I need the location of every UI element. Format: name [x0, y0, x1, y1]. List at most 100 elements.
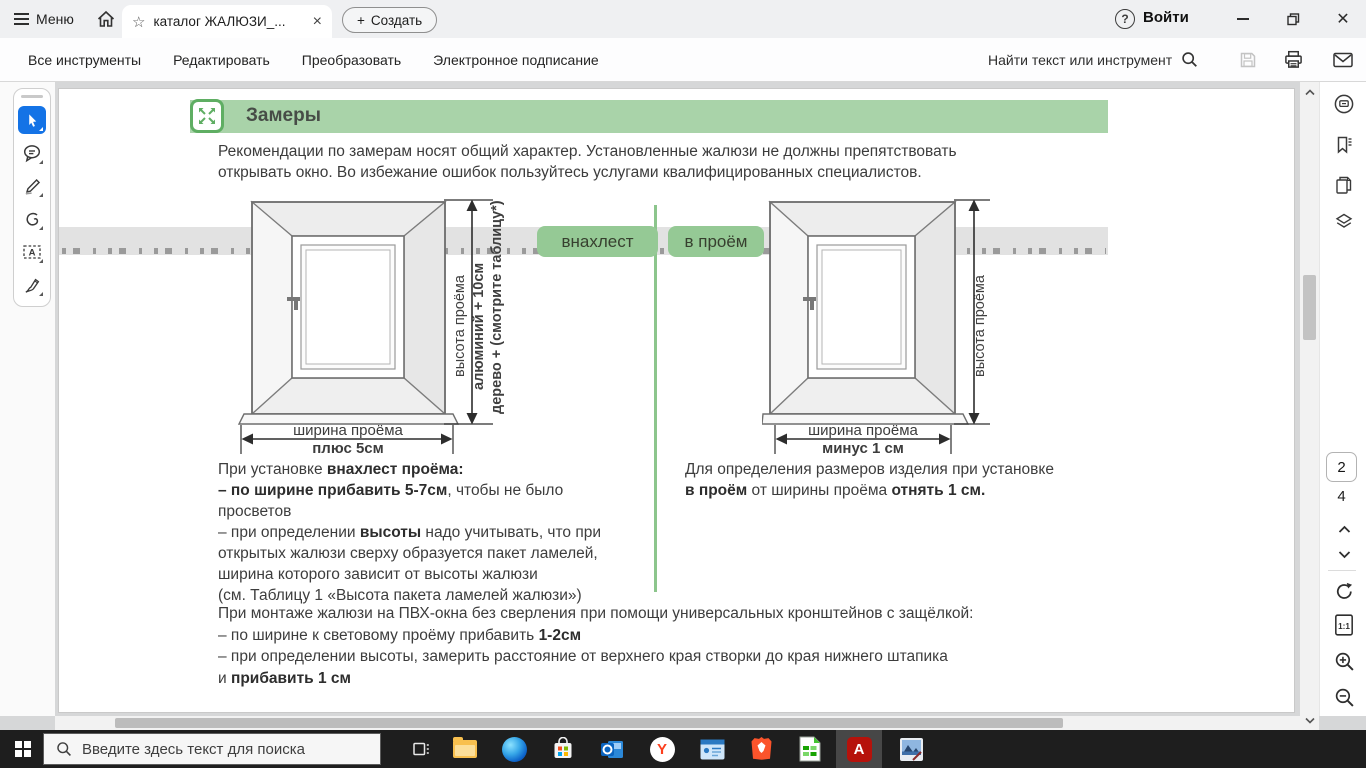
actual-size-button[interactable]: 1:1 [1333, 614, 1355, 636]
comments-icon [1333, 93, 1355, 115]
taskbar-store[interactable] [541, 730, 585, 768]
restore-icon [1287, 13, 1300, 26]
text-box-icon: A [22, 242, 42, 262]
zoom-out-button[interactable] [1333, 686, 1355, 708]
login-button[interactable]: Войти [1143, 9, 1189, 26]
help-icon: ? [1121, 12, 1128, 26]
search-icon [1181, 51, 1198, 68]
draw-tool-button[interactable] [18, 205, 46, 233]
taskbar-photo-editor[interactable] [889, 730, 933, 768]
taskbar-edge[interactable] [492, 730, 536, 768]
vertical-scroll-thumb[interactable] [1303, 275, 1316, 340]
section-title: Замеры [246, 105, 321, 127]
vertical-scrollbar[interactable] [1300, 82, 1319, 730]
next-page-button[interactable] [1333, 543, 1355, 565]
text: – по ширине к световому проёму прибавить [218, 627, 539, 644]
create-label: Создать [371, 13, 422, 28]
app-titlebar: Меню ☆ каталог ЖАЛЮЗИ_... × + Создать ? … [0, 0, 1366, 38]
measure-icon [190, 99, 224, 133]
badge-overlap: внахлест [537, 226, 658, 257]
home-button[interactable] [96, 9, 116, 34]
cursor-icon [25, 113, 40, 128]
horizontal-scroll-thumb[interactable] [115, 718, 1063, 728]
task-view-button[interactable] [402, 730, 440, 768]
maximize-button[interactable] [1272, 0, 1314, 38]
help-button[interactable]: ? [1115, 9, 1135, 29]
toolbar-convert[interactable]: Преобразовать [302, 52, 401, 68]
print-button[interactable] [1278, 38, 1308, 81]
taskbar-yandex-browser[interactable]: Y [640, 730, 684, 768]
toolbar-edit[interactable]: Редактировать [173, 52, 270, 68]
taskbar-search[interactable] [43, 733, 381, 765]
text: – при определении высоты, замерить расст… [218, 648, 948, 665]
bottom-paragraph: При монтаже жалюзи на ПВХ-окна без сверл… [218, 603, 1148, 689]
taskbar-libreoffice-calc[interactable] [788, 730, 832, 768]
svg-text:1:1: 1:1 [1338, 622, 1350, 631]
rotate-icon [1334, 581, 1355, 602]
taskbar-search-input[interactable] [82, 741, 352, 758]
taskbar-brave[interactable] [739, 730, 783, 768]
tab-close-icon[interactable]: × [313, 13, 322, 31]
save-button[interactable] [1233, 38, 1263, 81]
layers-icon [1334, 212, 1354, 232]
select-tool-button[interactable] [18, 106, 46, 134]
taskbar-acrobat-active[interactable]: A [836, 730, 882, 768]
text: 1-2см [539, 627, 582, 644]
inset-paragraph: Для определения размеров изделия при уст… [685, 459, 1125, 501]
zoom-out-icon [1334, 687, 1355, 708]
save-icon [1239, 51, 1257, 69]
page-thumbnails-button[interactable] [1333, 174, 1355, 196]
minimize-button[interactable] [1222, 0, 1264, 38]
star-icon[interactable]: ☆ [132, 13, 145, 31]
svg-text:A: A [29, 248, 36, 259]
find-tool-search[interactable]: Найти текст или инструмент [988, 38, 1198, 81]
text: в проём [685, 482, 747, 499]
layers-panel-button[interactable] [1333, 211, 1355, 233]
badge-inset: в проём [668, 226, 764, 257]
total-pages-label: 4 [1326, 488, 1357, 505]
text: ширина которого зависит от высоты жалюзи [218, 566, 538, 583]
toolbar-all-tools[interactable]: Все инструменты [28, 52, 141, 68]
text: При монтаже жалюзи на ПВХ-окна без сверл… [218, 605, 974, 622]
rotate-page-button[interactable] [1333, 580, 1355, 602]
panel-divider [1328, 570, 1356, 571]
add-text-tool-button[interactable]: A [18, 238, 46, 266]
start-button[interactable] [0, 730, 46, 768]
photo-editor-icon [899, 737, 924, 762]
fill-sign-tool-button[interactable] [18, 271, 46, 299]
intro-line-1: Рекомендации по замерам носят общий хара… [218, 143, 957, 161]
toolbar-esign[interactable]: Электронное подписание [433, 52, 599, 68]
scroll-down-icon[interactable] [1300, 712, 1319, 728]
text: надо учитывать, что при [421, 524, 601, 541]
zoom-in-button[interactable] [1333, 650, 1355, 672]
comment-tool-button[interactable] [18, 139, 46, 167]
taskbar-outlook[interactable] [590, 730, 634, 768]
current-page-input[interactable]: 2 [1326, 452, 1357, 482]
text: просветов [218, 503, 291, 520]
minimize-icon [1237, 18, 1249, 20]
search-icon [56, 741, 72, 757]
window-diagram-overlap [230, 196, 520, 462]
text: внахлест проёма: [327, 461, 464, 478]
email-button[interactable] [1328, 38, 1358, 81]
text: и [218, 670, 231, 687]
taskbar-contacts-app[interactable] [690, 730, 734, 768]
comments-panel-button[interactable] [1333, 93, 1355, 115]
toolbar: Все инструменты Редактировать Преобразов… [0, 38, 1366, 82]
text: высоты [360, 524, 421, 541]
previous-page-button[interactable] [1333, 518, 1355, 540]
menu-button[interactable]: Меню [10, 7, 78, 31]
scroll-up-icon[interactable] [1300, 84, 1319, 100]
text: , чтобы не было [447, 482, 563, 499]
close-button[interactable]: ✕ [1322, 0, 1364, 38]
hamburger-icon [14, 13, 29, 25]
close-icon: ✕ [1336, 9, 1349, 29]
create-button[interactable]: + Создать [342, 7, 437, 33]
palette-drag-handle[interactable] [21, 95, 43, 98]
document-tab[interactable]: ☆ каталог ЖАЛЮЗИ_... × [122, 5, 332, 38]
text: – по ширине прибавить 5-7см [218, 482, 447, 499]
bookmarks-panel-button[interactable] [1333, 134, 1355, 156]
highlight-tool-button[interactable] [18, 172, 46, 200]
yandex-icon: Y [650, 737, 675, 762]
taskbar-file-explorer[interactable] [443, 730, 487, 768]
